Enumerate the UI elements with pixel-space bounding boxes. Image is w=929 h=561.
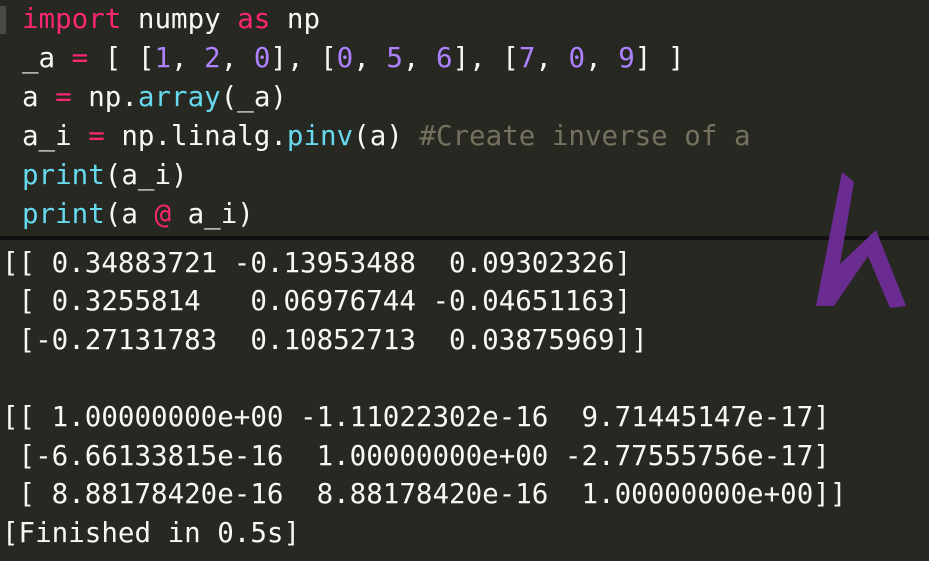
output-line: [ 8.88178420e-16 8.88178420e-16 1.000000… [2,478,847,510]
code-token: array [137,81,221,113]
code-token: 5 [386,42,403,74]
code-line-1[interactable]: import numpy as np [22,0,320,39]
code-token: (a [104,198,155,230]
code-token: , [220,42,254,74]
code-token: 0 [253,42,271,74]
code-editor[interactable]: import numpy as np _a = [ [1, 2, 0], [0,… [0,0,929,236]
code-token: , [585,42,619,74]
code-token: ] ] [634,42,685,74]
code-line-6[interactable]: print(a @ a_i) [22,195,254,234]
code-token: ], [ [452,42,519,74]
code-token: print [22,198,105,230]
code-token: np. [71,81,138,113]
code-token: a [22,81,56,113]
code-token: as [237,3,271,35]
code-token: [ [ [88,42,155,74]
output-line: [ 0.3255814 0.06976744 -0.04651163] [2,285,632,317]
code-token: (a) [353,120,420,152]
code-token: print [22,159,105,191]
code-token: 0 [336,42,354,74]
code-token: pinv [286,120,354,152]
code-token: _a [22,42,72,74]
code-token: 0 [568,42,586,74]
code-token: import [22,3,122,35]
code-token: (a_i) [104,159,188,191]
output-line: [-6.66133815e-16 1.00000000e+00 -2.77555… [2,440,830,472]
code-token: , [535,42,569,74]
code-line-4[interactable]: a_i = np.linalg.pinv(a) #Create inverse … [22,117,751,156]
code-line-5[interactable]: print(a_i) [22,156,188,195]
code-token: 9 [618,42,635,74]
output-line: [-0.27131783 0.10852713 0.03875969]] [2,324,648,356]
gutter-marker [0,6,6,34]
code-token: numpy [121,3,238,35]
code-token: (_a) [220,81,287,113]
code-token: , [402,42,437,74]
code-token: 6 [436,42,453,74]
code-token: = [55,81,72,113]
code-token: , [353,42,387,74]
output-line: [[ 1.00000000e+00 -1.11022302e-16 9.7144… [2,401,830,433]
code-line-2[interactable]: _a = [ [1, 2, 0], [0, 5, 6], [7, 0, 9] ] [22,39,684,78]
code-token: , [171,42,205,74]
code-token: = [88,120,105,152]
code-token: @ [154,198,172,230]
code-token: ], [ [270,42,337,74]
output-line: [[ 0.34883721 -0.13953488 0.09302326] [2,247,632,279]
code-token: #Create inverse of a [419,120,751,152]
code-line-3[interactable]: a = np.array(_a) [22,78,287,117]
code-token: np [270,3,321,35]
output-panel[interactable]: [[ 0.34883721 -0.13953488 0.09302326] [ … [0,240,929,561]
code-token: = [71,42,89,74]
k-logo-icon [816,172,906,308]
code-token: 2 [204,42,221,74]
code-token: np.linalg. [104,120,287,152]
code-token: a_i [22,120,89,152]
finished-status: [Finished in 0.5s] [2,517,301,549]
code-token: 7 [518,42,536,74]
code-token: a_i) [171,198,254,230]
code-token: 1 [154,42,172,74]
